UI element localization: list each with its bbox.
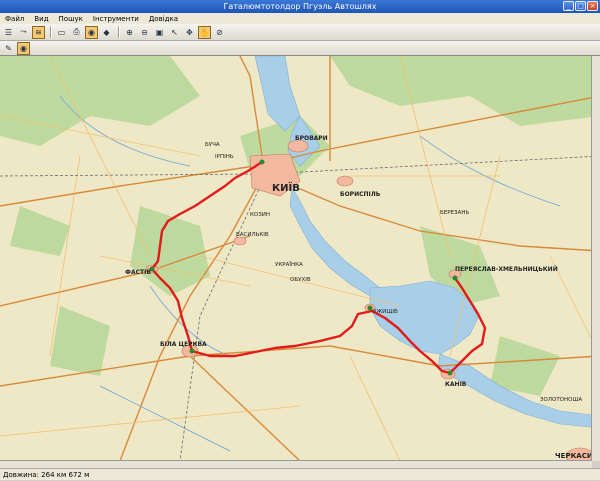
window-title: Гаталюмтотолдор Пгуэль Автошлях — [223, 2, 377, 11]
print-icon: ⎙ — [73, 27, 80, 36]
main-toolbar: ☰ ⤳ ≋ ▭ ⎙ ◉ ◆ ⊕ ⊖ ▣ ↖ ✥ ✋ ⊘ — [0, 24, 600, 41]
window-titlebar: Гаталюмтотолдор Пгуэль Автошлях _ □ × — [0, 0, 600, 13]
hand-icon: ✋ — [199, 27, 210, 37]
route-icon: ⤳ — [20, 27, 27, 36]
print-button[interactable]: ⎙ — [70, 26, 83, 39]
eraser-icon: ◆ — [103, 27, 110, 37]
toolbar-separator — [50, 26, 52, 38]
map-canvas[interactable]: КИЇВ БРОВАРИ БОРИСПІЛЬ ФАСТІВ БІЛА ЦЕРКВ… — [0, 56, 600, 461]
eraser-button[interactable]: ◆ — [100, 26, 113, 39]
label-kozyn: КОЗИН — [250, 212, 270, 218]
menu-bar: Файл Вид Пошук Інструменти Довідка — [0, 13, 600, 24]
horizontal-scrollbar[interactable] — [0, 460, 592, 468]
label-boryspil: БОРИСПІЛЬ — [340, 191, 381, 198]
label-zolotonosha: ЗОЛОТОНОША — [540, 397, 582, 403]
view-button[interactable]: ◉ — [85, 25, 98, 39]
vertical-scrollbar[interactable] — [591, 56, 600, 461]
menu-file[interactable]: Файл — [0, 15, 29, 23]
toolbar-separator-2 — [118, 26, 120, 38]
layers-button[interactable]: ☰ — [2, 26, 15, 39]
eye-icon: ◉ — [20, 43, 27, 53]
pointer-button[interactable]: ↖ — [168, 26, 181, 39]
move-icon: ✥ — [186, 27, 193, 37]
label-kyiv: КИЇВ — [272, 180, 300, 194]
zoom-out-icon: ⊖ — [141, 27, 148, 37]
minimize-button[interactable]: _ — [563, 1, 574, 11]
track-icon: ≋ — [35, 27, 42, 37]
no-entry-icon: ⊘ — [216, 27, 223, 37]
label-obukhiv: ОБУХІВ — [290, 277, 311, 283]
zoom-in-button[interactable]: ⊕ — [123, 26, 136, 39]
label-bila-tserkva: БІЛА ЦЕРКВА — [160, 341, 207, 348]
maximize-button[interactable]: □ — [575, 1, 586, 11]
eye-button[interactable]: ◉ — [17, 41, 30, 55]
menu-search[interactable]: Пошук — [54, 15, 88, 23]
status-bar: Довжина: 264 км 672 м — [0, 468, 600, 480]
zoom-rect-icon: ▣ — [155, 27, 164, 37]
block-button[interactable]: ⊘ — [213, 26, 226, 39]
menu-help[interactable]: Довідка — [144, 15, 183, 23]
secondary-toolbar: ✎ ◉ — [0, 41, 600, 56]
label-fastiv: ФАСТІВ — [125, 269, 151, 276]
track-button[interactable]: ≋ — [32, 25, 45, 39]
route-button[interactable]: ⤳ — [17, 26, 30, 39]
zoom-in-icon: ⊕ — [126, 27, 133, 37]
window-button[interactable]: ▭ — [55, 26, 68, 39]
pen-button[interactable]: ✎ — [2, 42, 15, 55]
close-button[interactable]: × — [587, 1, 598, 11]
label-brovary: БРОВАРИ — [295, 135, 328, 142]
menu-tools[interactable]: Інструменти — [88, 15, 144, 23]
label-irpin: ІРПІНЬ — [215, 154, 234, 160]
pointer-icon: ↖ — [171, 27, 178, 37]
window-icon: ▭ — [57, 27, 66, 37]
zoom-rect-button[interactable]: ▣ — [153, 26, 166, 39]
label-berezan: БЕРЕЗАНЬ — [440, 210, 469, 216]
layers-icon: ☰ — [4, 27, 13, 37]
label-cherkasy: ЧЕРКАСИ — [555, 452, 593, 460]
pen-icon: ✎ — [5, 43, 12, 53]
hand-button[interactable]: ✋ — [198, 25, 211, 39]
label-ukrainka: УКРАЇНКА — [275, 261, 303, 268]
zoom-out-button[interactable]: ⊖ — [138, 26, 151, 39]
label-rzhyshchiv: РЖИЩІВ — [373, 309, 398, 315]
menu-view[interactable]: Вид — [29, 15, 53, 23]
label-vasylkiv: ВАСИЛЬКІВ — [236, 232, 269, 238]
route-length-text: Довжина: 264 км 672 м — [3, 471, 90, 479]
eye-icon: ◉ — [88, 27, 95, 37]
label-pereiaslav: ПЕРЕЯСЛАВ-ХМЕЛЬНИЦЬКИЙ — [455, 265, 558, 273]
label-kaniv: КАНІВ — [445, 381, 467, 388]
map-view[interactable]: КИЇВ БРОВАРИ БОРИСПІЛЬ ФАСТІВ БІЛА ЦЕРКВ… — [0, 56, 600, 461]
label-bucha: БУЧА — [205, 142, 220, 148]
move-button[interactable]: ✥ — [183, 26, 196, 39]
